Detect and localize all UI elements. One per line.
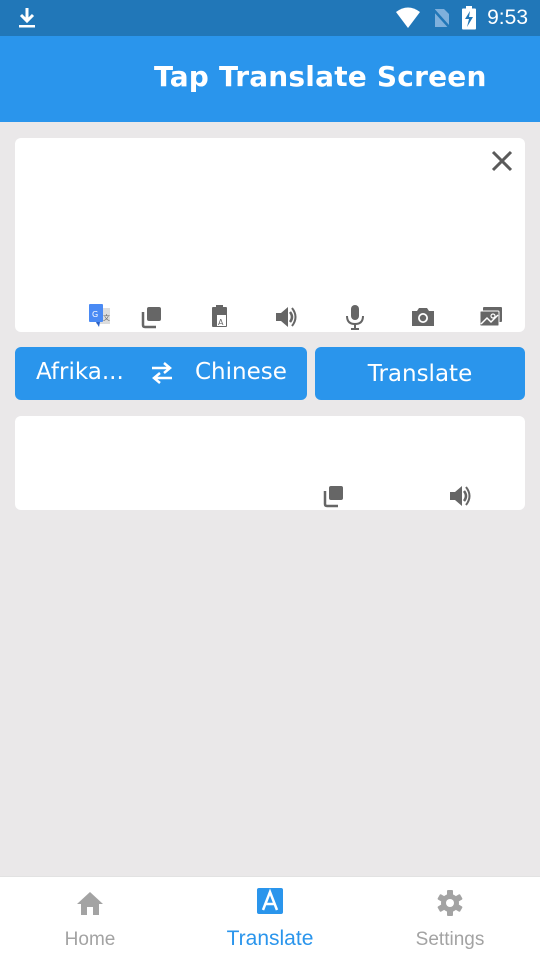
no-sim-icon	[431, 7, 452, 29]
speaker-icon[interactable]	[274, 304, 300, 330]
gear-icon	[437, 890, 463, 916]
svg-text:A: A	[218, 318, 224, 327]
input-card[interactable]: G 文 A	[15, 138, 525, 332]
svg-text:文: 文	[103, 313, 110, 322]
status-time: 9:53	[487, 6, 528, 29]
battery-charging-icon	[462, 6, 477, 30]
swap-icon[interactable]	[149, 360, 175, 386]
speaker-icon[interactable]	[448, 483, 474, 509]
paste-icon[interactable]: A	[207, 303, 233, 329]
download-icon	[19, 8, 35, 28]
bottom-navigation: Home Translate Settings	[0, 876, 540, 961]
source-language-button[interactable]: Afrika...	[36, 359, 124, 385]
camera-icon[interactable]	[410, 304, 436, 330]
nav-translate[interactable]: Translate	[180, 877, 360, 961]
translated-text	[29, 426, 509, 476]
nav-home[interactable]: Home	[0, 877, 180, 961]
page-title: Tap Translate Screen	[154, 60, 487, 93]
home-icon	[77, 892, 103, 915]
close-icon[interactable]	[489, 148, 515, 174]
copy-icon[interactable]	[321, 483, 347, 509]
microphone-icon[interactable]	[342, 304, 368, 330]
nav-translate-label: Translate	[226, 927, 314, 950]
output-card	[15, 416, 525, 510]
gallery-icon[interactable]	[478, 304, 504, 330]
language-selector: Afrika... Chinese	[15, 347, 307, 400]
nav-settings-label: Settings	[415, 929, 485, 950]
status-bar: 9:53	[0, 0, 540, 36]
source-text-input[interactable]	[29, 150, 479, 290]
svg-text:G: G	[92, 310, 98, 319]
target-language-button[interactable]: Chinese	[195, 359, 287, 385]
app-bar: Tap Translate Screen	[0, 36, 540, 122]
nav-home-label: Home	[64, 929, 116, 950]
translate-button[interactable]: Translate	[315, 347, 525, 400]
google-translate-icon[interactable]: G 文	[87, 303, 113, 329]
nav-settings[interactable]: Settings	[360, 877, 540, 961]
wifi-icon	[396, 7, 421, 28]
translate-icon	[257, 888, 283, 914]
copy-icon[interactable]	[139, 304, 165, 330]
